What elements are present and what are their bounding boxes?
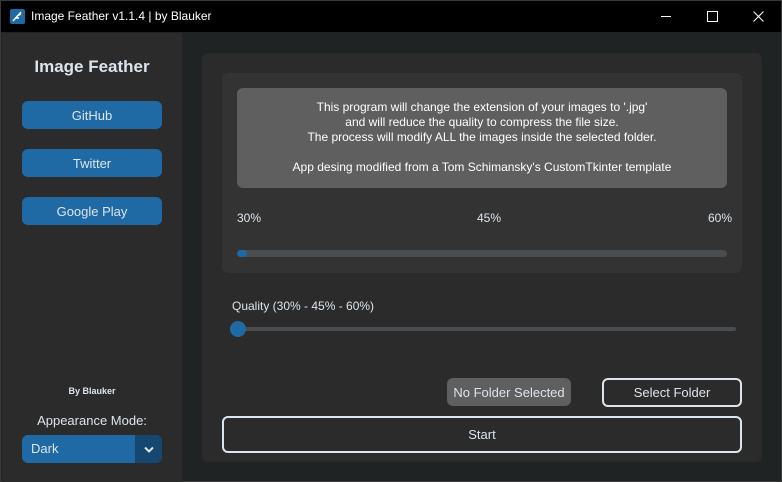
minimize-button[interactable]: [643, 1, 689, 32]
info-line-2: and will reduce the quality to compress …: [345, 115, 619, 129]
info-frame: This program will change the extension o…: [222, 73, 742, 273]
progress-label-mid: 45%: [477, 211, 502, 225]
progress-label-min: 30%: [237, 211, 262, 225]
google-play-button[interactable]: Google Play: [22, 197, 162, 225]
appearance-mode-value: Dark: [31, 441, 59, 456]
info-line-4: App desing modified from a Tom Schimansk…: [292, 160, 672, 174]
appearance-mode-label: Appearance Mode:: [37, 413, 147, 428]
feather-app-icon: [10, 9, 25, 24]
github-button[interactable]: GitHub: [22, 101, 162, 129]
app-name-heading: Image Feather: [34, 57, 150, 76]
sidebar: Image Feather GitHub Twitter Google Play…: [2, 33, 182, 482]
info-line-3: The process will modify ALL the images i…: [307, 130, 657, 144]
info-box: This program will change the extension o…: [237, 88, 727, 188]
app-window: Image Feather v1.1.4 | by Blauker Image …: [0, 0, 782, 482]
main-panel: This program will change the extension o…: [202, 53, 762, 462]
progress-label-max: 60%: [708, 211, 733, 225]
start-button[interactable]: Start: [222, 416, 742, 453]
close-button[interactable]: [735, 1, 781, 32]
close-icon: [752, 11, 764, 22]
twitter-button[interactable]: Twitter: [22, 149, 162, 177]
quality-label: Quality (30% - 45% - 60%): [232, 299, 375, 313]
progress-bar: [237, 250, 727, 257]
maximize-icon: [706, 11, 718, 22]
maximize-button[interactable]: [689, 1, 735, 32]
quality-slider-track[interactable]: [230, 327, 736, 331]
appearance-mode-select[interactable]: Dark: [22, 435, 162, 463]
progress-bar-fill: [237, 250, 247, 257]
select-folder-button[interactable]: Select Folder: [602, 378, 742, 407]
chevron-down-icon: [143, 446, 154, 453]
author-label: By Blauker: [68, 386, 116, 396]
minimize-icon: [660, 16, 671, 17]
dropdown-arrow-button[interactable]: [135, 435, 162, 463]
info-line-1: This program will change the extension o…: [316, 100, 648, 114]
window-title: Image Feather v1.1.4 | by Blauker: [31, 9, 212, 23]
title-bar[interactable]: Image Feather v1.1.4 | by Blauker: [1, 1, 781, 32]
folder-status-label: No Folder Selected: [447, 378, 571, 406]
quality-slider-handle[interactable]: [230, 321, 246, 337]
